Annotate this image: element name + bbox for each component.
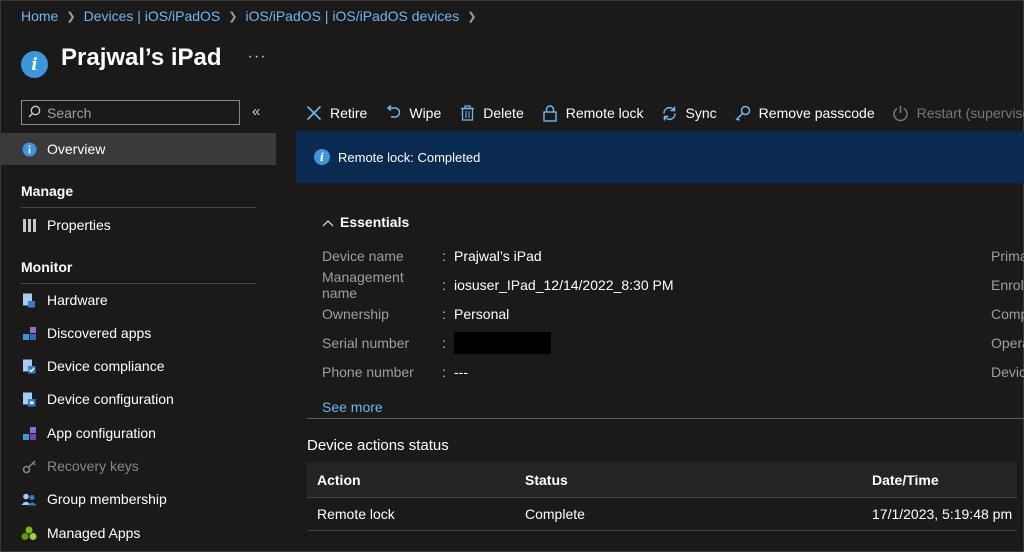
remove-passcode-button[interactable]: Remove passcode <box>733 103 875 123</box>
column-header-action[interactable]: Action <box>307 472 515 488</box>
table-row[interactable]: Remote lock Complete 17/1/2023, 5:19:48 … <box>307 497 1017 531</box>
phone-number-value: --- <box>454 364 468 380</box>
properties-icon <box>21 217 37 233</box>
managed-apps-icon <box>21 525 37 541</box>
ownership-value: Personal <box>454 306 510 322</box>
device-actions-status-title: Device actions status <box>307 437 449 454</box>
remote-lock-button[interactable]: Remote lock <box>540 103 644 123</box>
essentials-row-ownership: Ownership : Personal <box>322 306 510 322</box>
sidebar-item-managed-apps[interactable]: Managed Apps <box>0 517 276 549</box>
configuration-icon <box>21 391 37 407</box>
info-icon <box>21 141 37 157</box>
sidebar-item-label: Discovered apps <box>47 325 152 341</box>
group-icon <box>21 491 37 507</box>
sidebar-item-discovered-apps[interactable]: Discovered apps <box>0 317 276 349</box>
sidebar-item-device-compliance[interactable]: Device compliance <box>0 350 276 382</box>
sidebar-item-hardware[interactable]: Hardware <box>0 284 276 316</box>
essentials-row-management-name: Management name : iosuser_IPad_12/14/202… <box>322 269 674 301</box>
close-icon <box>304 103 324 123</box>
breadcrumb-devices-ios[interactable]: Devices | iOS/iPadOS <box>84 8 221 24</box>
undo-icon <box>383 103 403 123</box>
more-options-button[interactable]: ··· <box>248 48 267 66</box>
management-name-value: iosuser_IPad_12/14/2022_8:30 PM <box>454 277 674 293</box>
chevron-right-icon: ❯ <box>228 10 238 23</box>
page-header: i Prajwal’s iPad ··· <box>21 37 267 78</box>
sidebar-item-recovery-keys[interactable]: Recovery keys <box>0 450 276 482</box>
essentials-right-label: Enrol <box>991 277 1024 293</box>
page-title: Prajwal’s iPad <box>61 43 222 71</box>
datetime-cell: 17/1/2023, 5:19:48 pm <box>872 506 1013 522</box>
sidebar-item-label: Hardware <box>47 292 108 308</box>
essentials-row-serial-number: Serial number : <box>322 332 982 354</box>
action-cell: Remote lock <box>317 506 395 522</box>
command-bar: Retire Wipe Delete Remote lock Sync Remo… <box>296 98 1024 128</box>
chevron-right-icon: ❯ <box>66 10 76 23</box>
section-header-monitor: Monitor <box>21 259 73 275</box>
sidebar-item-app-configuration[interactable]: App configuration <box>0 417 276 449</box>
column-header-status[interactable]: Status <box>515 472 862 488</box>
banner-message: Remote lock: Completed <box>338 149 481 165</box>
retire-button[interactable]: Retire <box>304 103 367 123</box>
info-icon: i <box>21 51 48 78</box>
search-box[interactable] <box>21 100 240 125</box>
divider <box>307 418 1024 419</box>
sidebar-item-label: Group membership <box>47 491 167 507</box>
serial-number-redacted <box>454 332 551 354</box>
see-more-link[interactable]: See more <box>322 399 383 415</box>
compliance-icon <box>21 358 37 374</box>
essentials-row-phone-number: Phone number : --- <box>322 364 468 380</box>
device-actions-table: Action Status Date/Time Remote lock Comp… <box>307 462 1017 531</box>
wipe-button[interactable]: Wipe <box>383 103 441 123</box>
key-icon <box>21 458 37 474</box>
sidebar-item-label: Managed Apps <box>47 525 141 541</box>
chevron-up-icon <box>322 214 334 230</box>
section-header-manage: Manage <box>21 183 74 199</box>
sidebar-item-label: Device compliance <box>47 358 165 374</box>
sidebar: « Overview Manage Properties Monitor Har… <box>0 98 276 552</box>
power-icon <box>891 103 911 123</box>
device-name-value: Prajwal’s iPad <box>454 248 542 264</box>
info-icon: i <box>314 149 330 165</box>
notification-banner: i Remote lock: Completed <box>296 131 1024 183</box>
sidebar-item-label: Device configuration <box>47 391 174 407</box>
hardware-icon <box>21 292 37 308</box>
delete-button[interactable]: Delete <box>457 103 524 123</box>
app-config-icon <box>21 425 37 441</box>
essentials-right-label: Opera <box>991 335 1024 351</box>
key-icon <box>733 103 753 123</box>
breadcrumb-ios-devices[interactable]: iOS/iPadOS | iOS/iPadOS devices <box>245 8 459 24</box>
sidebar-item-overview[interactable]: Overview <box>0 133 276 165</box>
essentials-right-label: Prima <box>991 248 1024 264</box>
essentials-row-device-name: Device name : Prajwal’s iPad <box>322 248 542 264</box>
sidebar-item-label: Properties <box>47 217 111 233</box>
essentials-title: Essentials <box>340 214 410 230</box>
trash-icon <box>457 103 477 123</box>
essentials-right-label: Devic <box>991 364 1024 380</box>
restart-button[interactable]: Restart (supervised only) <box>891 103 1024 123</box>
sidebar-item-label: Overview <box>47 141 106 157</box>
sidebar-item-label: App configuration <box>47 425 156 441</box>
sync-button[interactable]: Sync <box>660 103 717 123</box>
search-icon <box>28 105 41 121</box>
lock-icon <box>540 103 560 123</box>
breadcrumb: Home ❯ Devices | iOS/iPadOS ❯ iOS/iPadOS… <box>21 6 484 26</box>
chevron-right-icon: ❯ <box>467 10 477 23</box>
sync-icon <box>660 103 680 123</box>
divider <box>21 207 256 208</box>
search-input[interactable] <box>47 104 227 121</box>
sidebar-item-properties[interactable]: Properties <box>0 209 276 241</box>
collapse-sidebar-button[interactable]: « <box>252 103 260 120</box>
essentials-right-label: Comp <box>991 306 1024 322</box>
breadcrumb-home[interactable]: Home <box>21 8 58 24</box>
sidebar-item-device-configuration[interactable]: Device configuration <box>0 383 276 415</box>
apps-icon <box>21 325 37 341</box>
sidebar-item-label: Recovery keys <box>47 458 139 474</box>
table-header: Action Status Date/Time <box>307 462 1017 497</box>
status-cell: Complete <box>525 506 585 522</box>
column-header-datetime[interactable]: Date/Time <box>862 472 1017 488</box>
sidebar-item-group-membership[interactable]: Group membership <box>0 483 276 515</box>
essentials-toggle[interactable]: Essentials <box>322 214 409 230</box>
